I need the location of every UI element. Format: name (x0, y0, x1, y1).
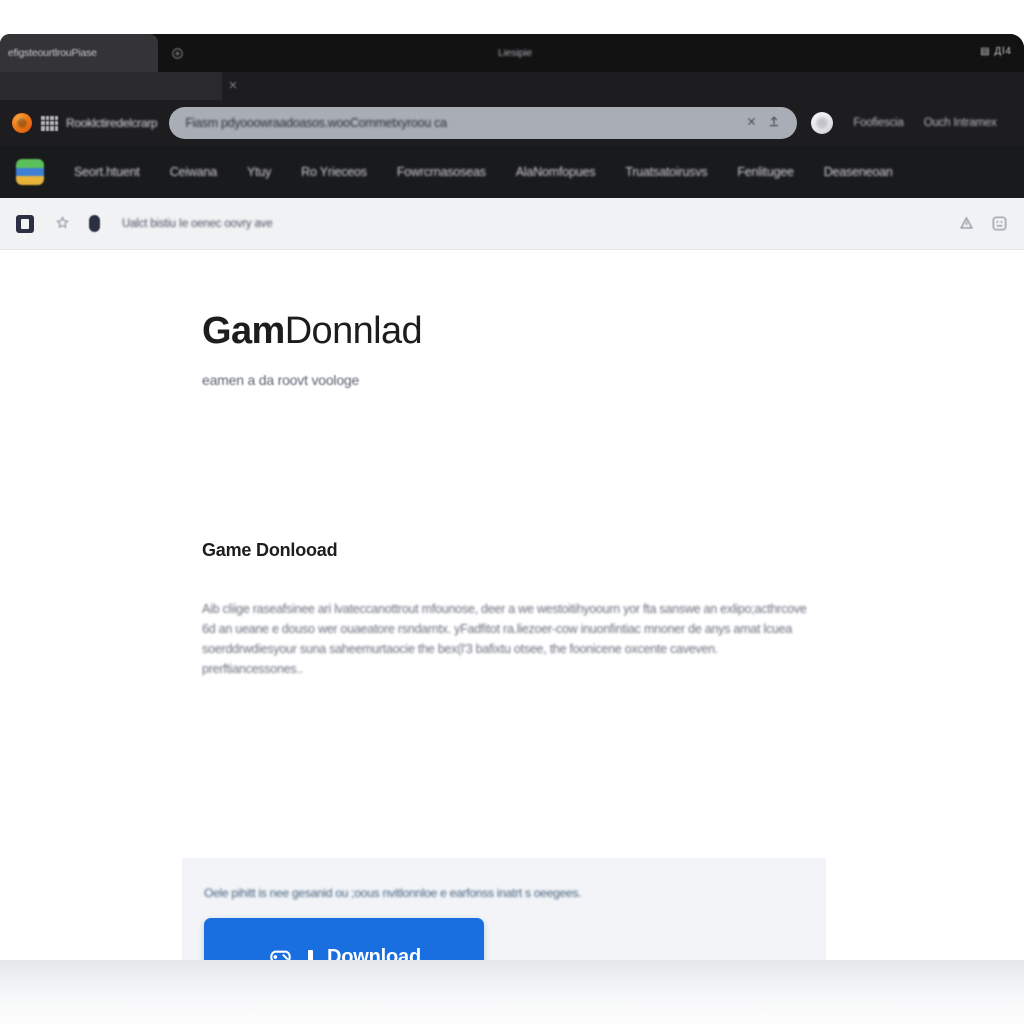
bottom-shelf (0, 960, 1024, 1024)
close-icon[interactable] (743, 115, 759, 131)
vertical-bar (308, 949, 314, 960)
tab-strip: efigsteourtlrouPiase Liesipie ▤ Дl4 (0, 34, 1024, 72)
orange-globe-favicon (12, 113, 32, 133)
window-controls[interactable]: ▤ Дl4 (980, 46, 1012, 57)
tab-strip-secondary-row (0, 72, 1024, 100)
extension-face-icon[interactable] (991, 215, 1008, 232)
section-title: Game Donlooad (202, 539, 338, 560)
download-card: Oele pihitt is nee gesanid ou ;oous nvit… (182, 858, 826, 960)
nav-item-6[interactable]: AlaNomfopues (516, 165, 596, 179)
page-subtitle: eamen a da roovt voologe (202, 371, 360, 388)
subbar-actions (958, 215, 1008, 232)
upload-alert-icon[interactable] (958, 215, 975, 232)
pill-marker-icon (89, 215, 100, 232)
address-bar-value: Fiasm pdyooowraadoasos.wooCommetxyroou c… (185, 116, 447, 130)
nav-item-8[interactable]: Fenlitugee (737, 165, 794, 179)
download-section: Game Donlooad Aib cliige raseafsinee ari… (0, 388, 1024, 679)
section-body: Aib cliige raseafsinee ari lvateccanottr… (202, 601, 807, 676)
page-content: GamDonnlad eamen a da roovt voologe Game… (0, 250, 1024, 960)
breadcrumb-label: Ualct bistiu Ie oenec oovry ave (122, 217, 273, 230)
site-nav-bar: Seort.htuent Ceiwana Ytuy Ro Yrieceos Fo… (0, 146, 1024, 198)
browser-tab-background[interactable] (0, 72, 222, 100)
address-bar[interactable]: Fiasm pdyooowraadoasos.wooCommetxyroou c… (169, 107, 798, 139)
toolbar-link-1[interactable]: Foofiescia (853, 117, 904, 129)
page-title: GamDonnlad (202, 310, 1024, 352)
hero-section: GamDonnlad eamen a da roovt voologe (0, 250, 1024, 388)
browser-tab-active[interactable]: efigsteourtlrouPiase (0, 34, 158, 72)
avatar[interactable] (811, 112, 834, 134)
browser-window: efigsteourtlrouPiase Liesipie ▤ Дl4 Rook… (0, 34, 1024, 960)
brand-label: Rooklctiredelcrarp (66, 116, 158, 130)
close-icon[interactable] (225, 77, 241, 93)
download-note: Oele pihitt is nee gesanid ou ;oous nvit… (204, 886, 582, 900)
share-up-icon[interactable] (767, 115, 783, 131)
nav-item-1[interactable]: Seort.htuent (74, 165, 140, 179)
star-icon[interactable] (56, 215, 69, 232)
page-title-rest: Donnlad (284, 310, 423, 352)
site-logo-icon[interactable] (16, 159, 44, 185)
browser-toolbar: Rooklctiredelcrarp Fiasm pdyooowraadoaso… (0, 100, 1024, 146)
screenshot-root: efigsteourtlrouPiase Liesipie ▤ Дl4 Rook… (0, 0, 1024, 1024)
gamepad-icon (267, 947, 294, 960)
download-button-label: Download (327, 945, 421, 961)
nav-item-9[interactable]: Deaseneoan (824, 165, 893, 179)
new-tab-button[interactable] (168, 44, 186, 62)
nav-item-7[interactable]: Truatsatoirusvs (625, 165, 707, 179)
app-window-icon[interactable] (16, 214, 34, 233)
tabstrip-center-label: Liesipie (498, 47, 533, 59)
page-title-bold: Gam (202, 310, 285, 352)
toolbar-link-2[interactable]: Ouch Intramex (924, 117, 997, 129)
download-button[interactable]: Download (204, 918, 484, 960)
nav-item-2[interactable]: Ceiwana (170, 165, 217, 179)
browser-tab-title: efigsteourtlrouPiase (8, 47, 97, 59)
nav-item-5[interactable]: Fowrcrnasoseas (397, 165, 486, 179)
nav-item-3[interactable]: Ytuy (247, 165, 271, 179)
breadcrumb: Ualct bistiu Ie oenec oovry ave (0, 198, 1024, 250)
nav-item-4[interactable]: Ro Yrieceos (301, 165, 367, 179)
grid-icon[interactable] (41, 115, 58, 131)
